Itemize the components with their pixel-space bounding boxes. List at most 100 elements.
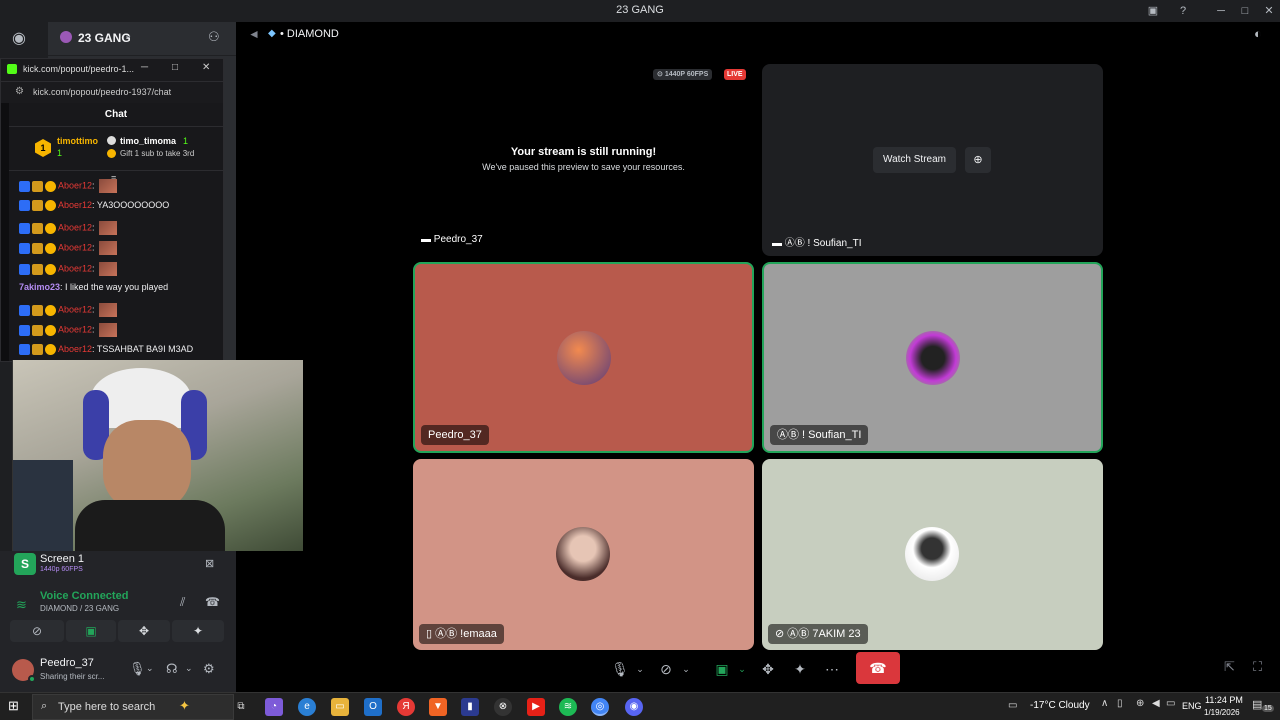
muted-icon: ⊘ [775,628,785,640]
stream-paused-title: Your stream is still running! [510,146,657,158]
popout-maximize-button[interactable]: □ [172,62,178,73]
chat-message: Aboer12: [19,221,118,235]
participant-name: ⒶⒷ ! Soufian_TI [770,425,869,445]
network-icon[interactable]: ⊕ [1136,698,1144,709]
participant-avatar [556,527,610,581]
chevron-down-icon[interactable]: ⌄ [731,658,753,680]
popout-close-button[interactable]: ✕ [202,62,210,73]
tray-expand-icon[interactable]: ∧ [1101,698,1108,709]
yandex-icon[interactable]: Я [397,698,415,716]
activities-button[interactable]: ✥ [118,620,170,642]
chrome-icon[interactable]: ◎ [591,698,609,716]
windows-start-icon[interactable]: ⊞ [8,698,19,714]
chart-app-icon[interactable]: ▮ [461,698,479,716]
settings-gear-icon[interactable]: ⚙ [203,661,215,677]
taskbar-search[interactable]: ⌕ Type here to search ✦ [32,694,234,720]
microphone-icon[interactable]: 🎙 [129,661,146,677]
chevron-down-icon[interactable]: ⌄ [185,663,193,674]
screen-share-button[interactable]: ▣ [66,620,116,642]
discord-icon[interactable]: ◉ [625,698,643,716]
minimize-button[interactable]: ─ [1213,3,1229,19]
battery-icon[interactable]: ▭ [1166,698,1175,709]
chat-message: Aboer12: [19,241,118,255]
weather-icon[interactable]: ▭ [1008,700,1017,711]
stop-share-icon[interactable]: ⊠ [205,557,214,570]
participant-tile[interactable]: Peedro_37 [413,262,754,453]
discord-home-icon[interactable]: ◉ [12,28,36,48]
steam-icon[interactable]: ⊗ [494,698,512,716]
camera-off-icon[interactable]: ⊘ [655,658,677,680]
popout-url-bar[interactable]: ⚙ kick.com/popout/peedro-1937/chat [1,81,223,103]
soundboard-icon[interactable]: ✦ [789,658,811,680]
close-button[interactable]: ✕ [1261,3,1277,19]
inbox-icon[interactable]: ▣ [1145,3,1161,19]
maximize-button[interactable]: □ [1237,3,1253,19]
leave-call-button[interactable]: ☎ [856,652,900,684]
spotify-icon[interactable]: ≋ [559,698,577,716]
copilot-icon[interactable]: ◔ [265,698,283,716]
camera-off-button[interactable]: ⊘ [10,620,64,642]
server-header[interactable]: 23 GANG ⌄ ⚇ [48,22,236,56]
brave-icon[interactable]: ▼ [429,698,447,716]
monitor-icon: ▬ [421,234,431,245]
site-settings-icon[interactable]: ⚙ [15,86,24,97]
activities-icon[interactable]: ✥ [757,658,779,680]
disconnect-icon[interactable]: ☎ [205,595,220,609]
windows-taskbar: ⊞ ⌕ Type here to search ✦ ⧉ ◔ e ▭ O Я ▼ … [0,692,1280,720]
call-controls: 🎙 ⌄ ⊘ ⌄ ▣ ⌄ ✥ ✦ ⋯ ☎ [600,650,920,688]
headphones-icon[interactable]: ☊ [166,661,178,677]
user-status: Sharing their scr... [40,672,105,681]
clock-time[interactable]: 11:24 PM [1205,695,1243,705]
window-title: 23 GANG [616,4,664,16]
emote [99,303,118,317]
webcam-overlay [12,360,303,551]
noise-suppression-icon[interactable]: ⫽ [180,595,185,610]
edge-icon[interactable]: e [298,698,316,716]
search-icon: ⌕ [41,700,48,712]
gift-icon [107,136,116,145]
outlook-icon[interactable]: O [364,698,382,716]
help-icon[interactable]: ? [1175,3,1191,19]
speaker-icon: ◄ [248,27,260,41]
chat-bubble-icon[interactable]: ◐ [1254,26,1262,41]
watch-stream-button[interactable]: Watch Stream [873,147,956,173]
participant-tile[interactable]: ⊘ ⒶⒷ 7AKIM 23 [762,459,1103,650]
emote [99,262,118,276]
second-stream-tile[interactable]: Watch Stream ⊕ ▬ ⒶⒷ ! Soufian_TI [762,64,1103,256]
soundboard-button[interactable]: ✦ [172,620,224,642]
popout-title: kick.com/popout/peedro-1... [23,64,135,74]
signal-icon[interactable]: ≋ [16,597,27,613]
gift-prompt[interactable]: Gift 1 sub to take 3rd [120,149,194,158]
file-explorer-icon[interactable]: ▭ [331,698,349,716]
stream-quality-badge: ⊙ 1440P 60FPS [653,69,713,80]
task-view-icon[interactable]: ⧉ [232,698,250,716]
fullscreen-icon[interactable]: ⛶ [1253,659,1262,675]
server-name: 23 GANG [78,31,131,45]
voice-channel-header: ◄ ◆ • DIAMOND ◐ [236,22,1280,48]
stream-tile[interactable]: ⊙ 1440P 60FPS LIVE Your stream is still … [413,64,754,256]
volume-icon[interactable]: ◀ [1152,698,1160,709]
microphone-icon[interactable]: 🎙 [609,658,631,680]
emote [99,179,118,193]
notifications-icon[interactable]: ▤ [1252,698,1262,711]
weather-text[interactable]: -17°C Cloudy [1030,700,1090,711]
chevron-down-icon[interactable]: ⌄ [629,658,651,680]
participant-tile[interactable]: ▯ ⒶⒷ !emaaa [413,459,754,650]
add-member-icon[interactable]: ⚇ [208,29,220,45]
voice-channel[interactable]: DIAMOND / 23 GANG [40,604,119,613]
chevron-down-icon[interactable]: ⌄ [146,663,154,674]
participant-tile[interactable]: ⒶⒷ ! Soufian_TI [762,262,1103,453]
popout-stream-icon[interactable]: ⊕ [965,147,991,173]
youtube-icon[interactable]: ▶ [527,698,545,716]
popout-minimize-button[interactable]: ─ [141,62,148,73]
participant-avatar [905,527,959,581]
user-name[interactable]: Peedro_37 [40,657,94,669]
voice-status[interactable]: Voice Connected [40,590,128,602]
tray-app-icon[interactable]: ▯ [1117,698,1123,709]
clock-date[interactable]: 1/19/2026 [1204,708,1240,717]
popout-window-icon[interactable]: ⇱ [1224,659,1235,675]
screen-share-icon[interactable]: ▣ [711,658,733,680]
chevron-down-icon[interactable]: ⌄ [675,658,697,680]
language-indicator[interactable]: ENG [1182,701,1202,711]
more-options-icon[interactable]: ⋯ [821,658,843,680]
